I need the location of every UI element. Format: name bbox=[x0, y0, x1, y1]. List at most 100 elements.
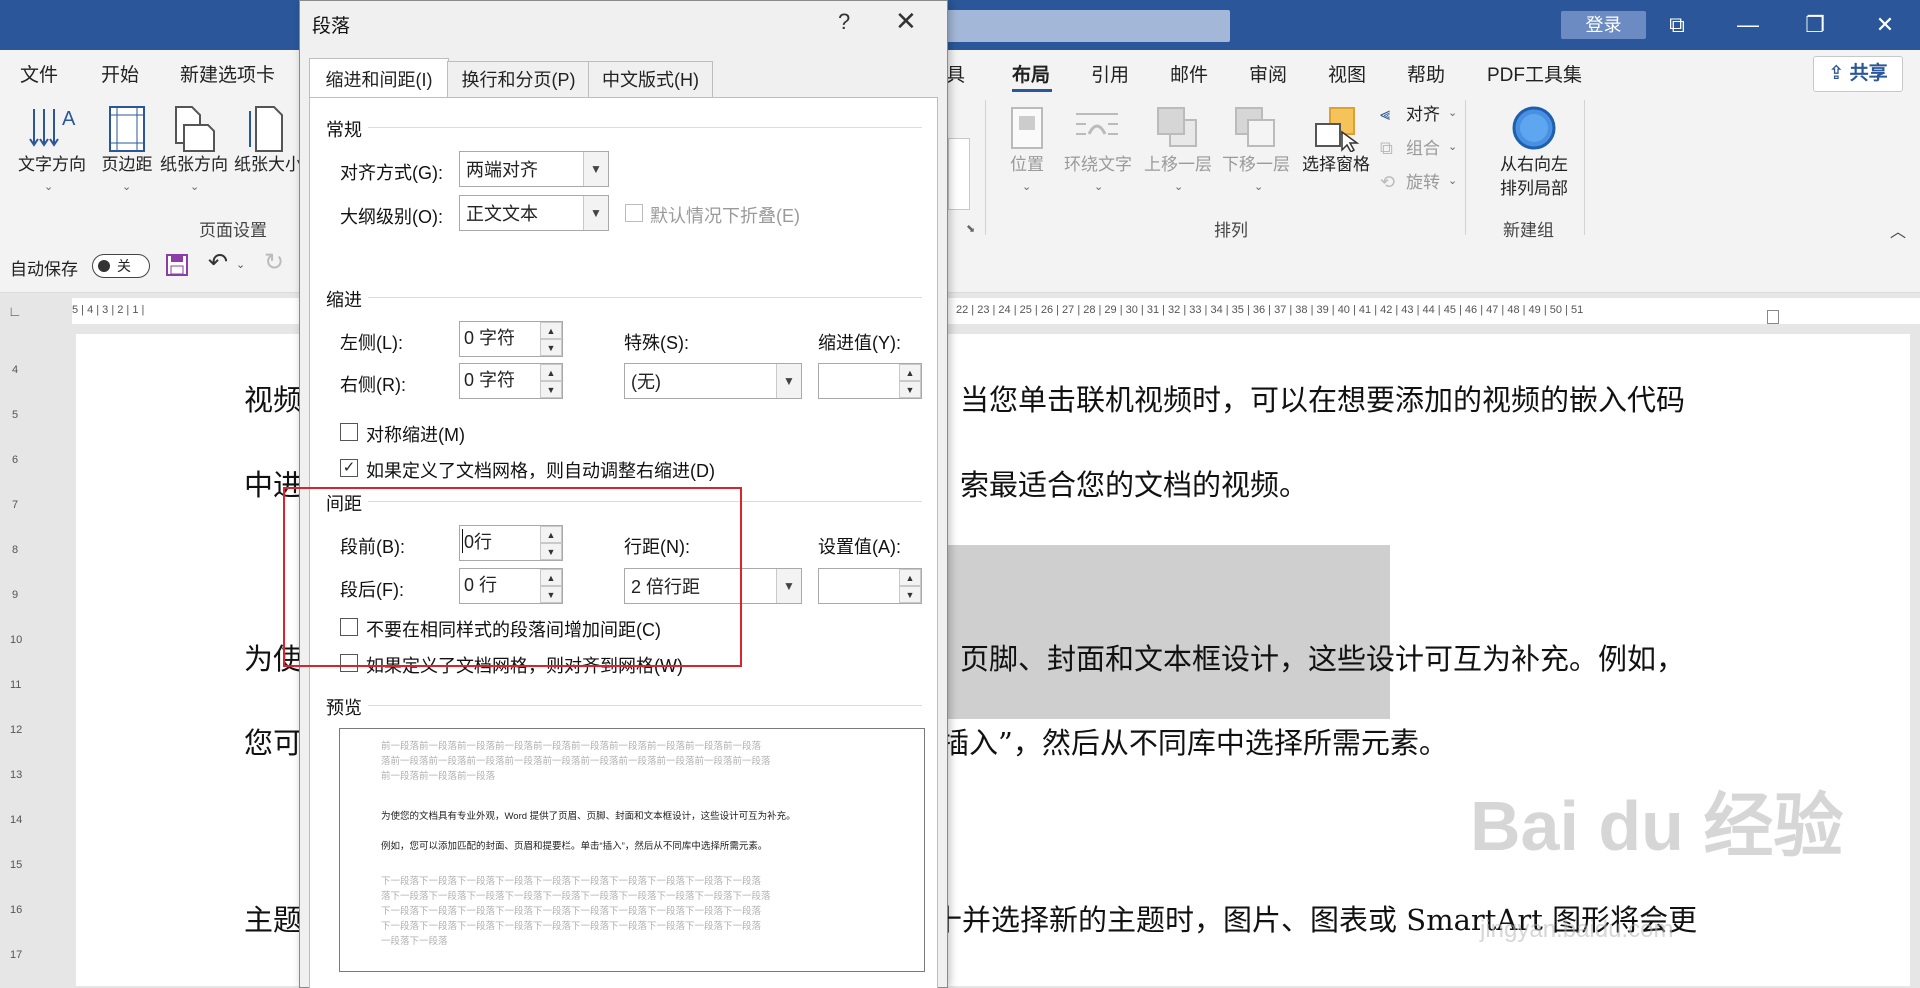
outline-level-select[interactable]: 正文文本 ▼ bbox=[459, 195, 609, 231]
selection-highlight bbox=[930, 545, 1390, 719]
orientation-button[interactable] bbox=[168, 103, 220, 155]
text-cursor bbox=[462, 529, 463, 553]
right-indent-marker[interactable] bbox=[1767, 310, 1779, 324]
wrap-text-button[interactable] bbox=[1074, 104, 1120, 152]
close-icon[interactable]: ✕ bbox=[895, 6, 917, 37]
orientation-icon bbox=[175, 106, 215, 152]
tab-tools-partial[interactable]: 具 bbox=[946, 60, 965, 87]
search-box[interactable] bbox=[940, 10, 1230, 42]
tab-home[interactable]: 开始 bbox=[101, 60, 139, 87]
vruler-tick: 9 bbox=[12, 589, 19, 601]
alignment-select[interactable]: 两端对齐 ▼ bbox=[459, 151, 609, 187]
margins-button[interactable] bbox=[104, 103, 150, 155]
collapse-label: 默认情况下折叠(E) bbox=[650, 206, 800, 226]
selection-pane-button[interactable] bbox=[1312, 104, 1362, 154]
collapse-checkbox[interactable] bbox=[625, 204, 643, 222]
tab-line-page-breaks[interactable]: 换行和分页(P) bbox=[447, 61, 590, 98]
special-select[interactable]: (无) ▼ bbox=[624, 363, 802, 399]
dialog-title: 段落 bbox=[312, 16, 351, 37]
minimize-button[interactable]: — bbox=[1728, 8, 1768, 42]
login-button[interactable]: 登录 bbox=[1561, 11, 1646, 39]
selection-pane-icon bbox=[1315, 107, 1360, 154]
tab-selector[interactable]: ∟ bbox=[8, 303, 28, 323]
position-button[interactable] bbox=[1010, 104, 1046, 152]
restore-button[interactable]: ❐ bbox=[1795, 8, 1835, 42]
page-size-button[interactable] bbox=[246, 103, 292, 155]
bring-forward-button[interactable] bbox=[1154, 104, 1200, 152]
selection-pane-label: 选择窗格 bbox=[1302, 155, 1370, 174]
vruler-tick: 14 bbox=[10, 814, 23, 826]
auto-adjust-checkbox[interactable]: ✓ bbox=[340, 459, 358, 477]
chevron-down-icon[interactable]: ⌄ bbox=[236, 258, 245, 271]
dialog-launcher-icon[interactable]: ⬊ bbox=[966, 222, 975, 235]
chevron-down-icon: ⌄ bbox=[44, 181, 54, 193]
rotate-icon: ⟲ bbox=[1380, 172, 1396, 192]
tab-file[interactable]: 文件 bbox=[20, 60, 58, 87]
spin-up-icon[interactable]: ▲ bbox=[540, 364, 562, 381]
spin-down-icon[interactable]: ▼ bbox=[540, 381, 562, 398]
chevron-down-icon: ⌄ bbox=[1022, 181, 1032, 193]
rtl-arrange-label-1: 从右向左 bbox=[1500, 155, 1568, 174]
tab-help[interactable]: 帮助 bbox=[1407, 60, 1445, 87]
spin-down-icon[interactable]: ▼ bbox=[899, 586, 921, 603]
vruler-tick: 11 bbox=[10, 679, 22, 691]
text-direction-button[interactable]: A bbox=[22, 103, 82, 155]
chevron-down-icon: ▼ bbox=[776, 569, 801, 603]
section-divider bbox=[368, 127, 922, 128]
chevron-down-icon: ▼ bbox=[583, 196, 608, 230]
alignment-value: 两端对齐 bbox=[466, 160, 538, 180]
highlight-annotation bbox=[283, 487, 742, 667]
chevron-down-icon: ⌄ bbox=[122, 181, 132, 193]
indent-right-value: 0 字符 bbox=[464, 370, 516, 390]
collapse-ribbon-icon[interactable]: ︿ bbox=[1890, 218, 1906, 242]
group-label: 组合 bbox=[1406, 139, 1440, 158]
preview-next-line: 一段落下一段落 bbox=[381, 936, 448, 947]
autosave-label: 自动保存 bbox=[10, 260, 78, 279]
tab-references[interactable]: 引用 bbox=[1091, 60, 1129, 87]
align-icon: ⫷ bbox=[1380, 104, 1391, 124]
spin-up-icon[interactable]: ▲ bbox=[899, 364, 921, 381]
tab-review[interactable]: 审阅 bbox=[1249, 60, 1287, 87]
tab-asian-typography[interactable]: 中文版式(H) bbox=[588, 61, 713, 98]
spin-up-icon[interactable]: ▲ bbox=[899, 569, 921, 586]
mirror-indents-checkbox[interactable] bbox=[340, 423, 358, 441]
ribbon-display-options-icon[interactable]: ⧉ bbox=[1657, 8, 1697, 42]
tab-view[interactable]: 视图 bbox=[1328, 60, 1366, 87]
spin-up-icon[interactable]: ▲ bbox=[540, 322, 562, 339]
close-button[interactable]: ✕ bbox=[1865, 8, 1905, 42]
redo-icon[interactable]: ↻ bbox=[264, 248, 284, 277]
tab-indents-spacing[interactable]: 缩进和间距(I) bbox=[309, 58, 449, 99]
undo-icon[interactable]: ↶ bbox=[208, 248, 228, 277]
indent-right-spinner[interactable]: 0 字符 ▲ ▼ bbox=[459, 363, 563, 399]
spinner-partial[interactable] bbox=[948, 138, 970, 210]
indent-left-spinner[interactable]: 0 字符 ▲ ▼ bbox=[459, 321, 563, 357]
wrap-text-icon bbox=[1076, 113, 1118, 135]
autosave-toggle[interactable]: 关 bbox=[92, 254, 150, 278]
rtl-arrange-button[interactable] bbox=[1510, 104, 1558, 152]
tab-new-tab[interactable]: 新建选项卡 bbox=[180, 60, 275, 87]
share-button[interactable]: ⇪ 共享 bbox=[1813, 56, 1903, 92]
send-backward-button[interactable] bbox=[1232, 104, 1278, 152]
tab-mailings[interactable]: 邮件 bbox=[1170, 60, 1208, 87]
tab-layout[interactable]: 布局 bbox=[1012, 60, 1050, 87]
page-size-label: 纸张大小 bbox=[234, 155, 302, 174]
ruler-left-numbers: 5 | 4 | 3 | 2 | 1 | bbox=[72, 304, 145, 316]
preview-sample-line: 例如，您可以添加匹配的封面、页眉和提要栏。单击“插入”，然后从不同库中选择所需元… bbox=[381, 841, 768, 852]
tab-pdf-tools[interactable]: PDF工具集 bbox=[1487, 60, 1582, 87]
indent-by-spinner[interactable]: ▲ ▼ bbox=[818, 363, 922, 399]
chevron-down-icon: ⌄ bbox=[1254, 181, 1264, 193]
doc-line-1-right: 当您单击联机视频时，可以在想要添加的视频的嵌入代码 bbox=[960, 383, 1686, 417]
special-label: 特殊(S): bbox=[624, 333, 689, 353]
spin-down-icon[interactable]: ▼ bbox=[540, 339, 562, 356]
save-icon[interactable] bbox=[166, 254, 188, 276]
vruler-tick: 16 bbox=[10, 904, 23, 916]
preview-section-title: 预览 bbox=[326, 698, 362, 718]
arrange-group-label: 排列 bbox=[1214, 221, 1248, 240]
spin-down-icon[interactable]: ▼ bbox=[899, 381, 921, 398]
wrap-text-label: 环绕文字 bbox=[1064, 155, 1132, 174]
vruler-tick: 8 bbox=[12, 544, 19, 556]
help-icon[interactable]: ? bbox=[838, 9, 850, 35]
spacing-at-spinner[interactable]: ▲ ▼ bbox=[818, 568, 922, 604]
general-section-title: 常规 bbox=[326, 120, 362, 140]
preview-prev-line: 前一段落前一段落前一段落 bbox=[381, 771, 496, 782]
